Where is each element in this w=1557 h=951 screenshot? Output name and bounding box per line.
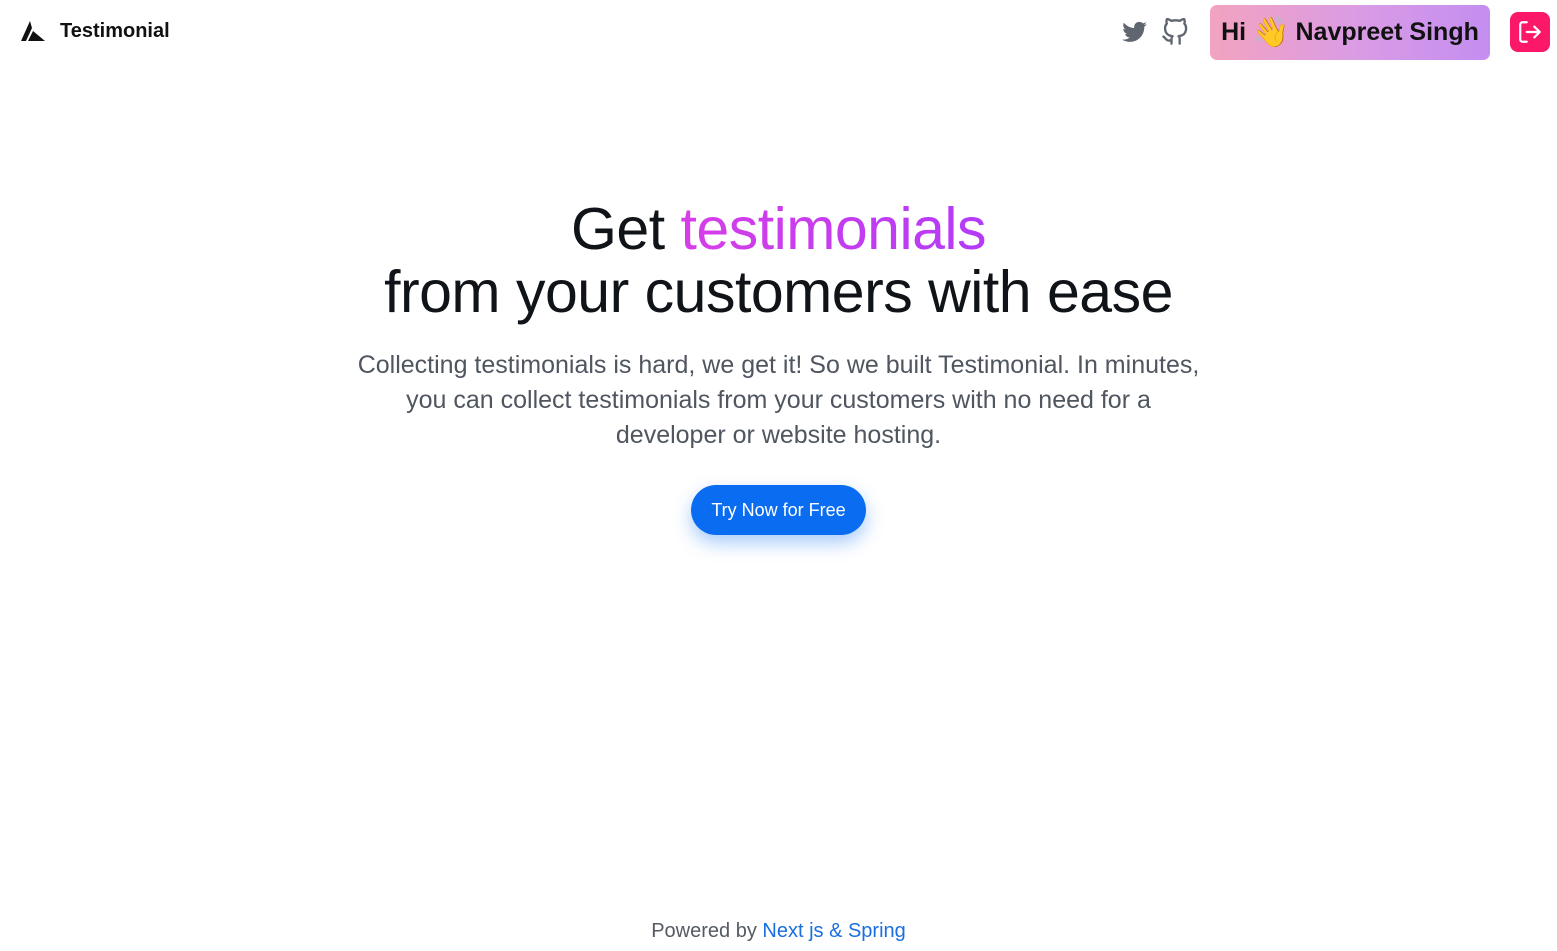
brand-name: Testimonial [60, 19, 170, 42]
wave-icon: 👋 [1252, 15, 1290, 49]
user-greeting-badge[interactable]: Hi 👋 Navpreet Singh [1210, 5, 1490, 60]
try-now-button[interactable]: Try Now for Free [691, 485, 866, 535]
hero-title-prefix: Get [570, 196, 665, 262]
testimonial-logo-icon [20, 18, 46, 44]
logout-button[interactable] [1510, 12, 1550, 52]
brand-link[interactable]: Testimonial [20, 18, 170, 44]
hero-title-highlight: testimonials [680, 196, 987, 262]
landing-page: Testimonial Hi 👋 Navpreet Singh Get test… [0, 0, 1557, 951]
hero-subtitle: Collecting testimonials is hard, we get … [357, 351, 1200, 449]
hero-title-line2: from your customers with ease [384, 259, 1173, 325]
user-name: Navpreet Singh [1295, 18, 1479, 46]
footer-prefix: Powered by [651, 920, 757, 942]
logout-icon [1519, 21, 1541, 43]
github-icon[interactable] [1161, 17, 1189, 46]
greeting-prefix: Hi [1221, 18, 1247, 46]
hero-section: Get testimonials from your customers wit… [0, 198, 1557, 535]
footer-tech-link[interactable]: Next js & Spring [762, 920, 905, 942]
hero-title: Get testimonials from your customers wit… [0, 198, 1557, 324]
footer: Powered by Next js & Spring [0, 920, 1557, 943]
twitter-icon[interactable] [1121, 19, 1148, 46]
